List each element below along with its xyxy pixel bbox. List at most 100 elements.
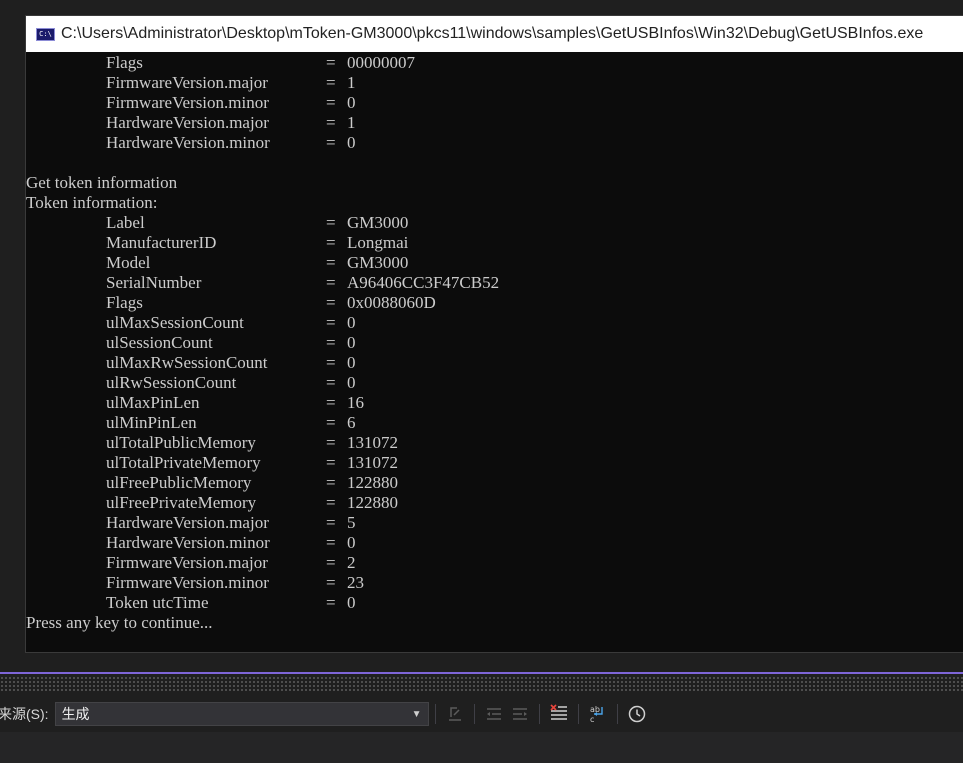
toolbar-separator [473,704,475,724]
console-titlebar[interactable]: C:\ C:\Users\Administrator\Desktop\mToke… [26,16,963,52]
field-equals: = [326,253,336,272]
console-output[interactable]: Flags = 00000007 FirmwareVersion.major = 1 F… [26,53,963,653]
token-field-line: FirmwareVersion.minor = 23 [26,573,963,593]
field-equals: = [326,373,336,392]
field-value: 2 [347,553,356,572]
field-equals: = [326,533,336,552]
field-equals: = [326,593,336,612]
previous-message-icon [486,708,501,720]
token-field-line: Token utcTime = 0 [26,593,963,613]
token-field-line: Flags = 0x0088060D [26,293,963,313]
field-key: ulFreePublicMemory [106,473,252,492]
token-field-line: ulRwSessionCount = 0 [26,373,963,393]
console-line: HardwareVersion.minor = 0 [106,133,356,152]
field-key: Label [106,213,145,232]
clear-all-button[interactable] [546,701,572,727]
toolbar-separator [577,704,579,724]
console-line: Get token information [26,173,178,192]
next-message-button[interactable] [507,701,533,727]
field-value: 5 [347,513,356,532]
field-value: GM3000 [347,253,409,272]
field-value: 131072 [347,433,398,452]
token-field-line: FirmwareVersion.major = 2 [26,553,963,573]
field-key: FirmwareVersion.minor [106,573,269,592]
field-value: A96406CC3F47CB52 [347,273,500,292]
token-field-line: ulMaxRwSessionCount = 0 [26,353,963,373]
field-value: 0 [347,533,356,552]
field-equals: = [326,553,336,572]
find-message-in-code-button[interactable] [442,701,468,727]
toolbar-separator [434,704,436,724]
field-key: ulSessionCount [106,333,213,352]
previous-message-button[interactable] [481,701,507,727]
field-equals: = [326,513,336,532]
token-field-line: SerialNumber = A96406CC3F47CB52 [26,273,963,293]
field-equals: = [326,213,336,232]
console-line: Flags = 00000007 [106,53,415,72]
field-key: FirmwareVersion.major [106,553,268,572]
field-key: ulTotalPublicMemory [106,433,256,452]
field-key: ulRwSessionCount [106,373,237,392]
output-panel-content[interactable] [0,732,963,763]
field-equals: = [326,333,336,352]
field-value: 6 [347,413,356,432]
field-value: 122880 [347,493,398,512]
console-line: FirmwareVersion.minor = 0 [106,93,356,112]
word-wrap-icon: ab c [590,705,603,724]
field-equals: = [326,493,336,512]
toggle-word-wrap-button[interactable]: ab c [585,701,611,727]
field-key: HardwareVersion.minor [106,533,270,552]
source-dropdown[interactable]: 生成 ▼ [54,702,429,726]
field-key: ulMinPinLen [106,413,197,432]
token-field-line: Model = GM3000 [26,253,963,273]
show-timestamps-button[interactable] [624,701,650,727]
field-equals: = [326,453,336,472]
field-equals: = [326,273,336,292]
field-equals: = [326,313,336,332]
field-value: GM3000 [347,213,409,232]
console-line: Press any key to continue... [26,613,963,633]
dropdown-arrow-icon: ▼ [411,708,422,720]
field-equals: = [326,353,336,372]
token-field-line: ManufacturerID = Longmai [26,233,963,253]
token-field-line: HardwareVersion.minor = 0 [26,533,963,553]
field-value: 16 [347,393,364,412]
svg-text:c: c [590,715,594,724]
token-field-line: ulTotalPublicMemory = 131072 [26,433,963,453]
field-key: ulMaxPinLen [106,393,200,412]
field-equals: = [326,573,336,592]
field-equals: = [326,393,336,412]
window-title: C:\Users\Administrator\Desktop\mToken-GM… [61,25,924,42]
field-equals: = [326,473,336,492]
field-value: 0x0088060D [347,293,436,312]
panel-splitter-grip[interactable] [0,676,963,692]
console-line: FirmwareVersion.major = 1 [106,73,356,92]
token-field-line: ulFreePublicMemory = 122880 [26,473,963,493]
field-value: 0 [347,333,356,352]
field-value: Longmai [347,233,409,252]
field-key: SerialNumber [106,273,202,292]
token-field-line: ulMaxPinLen = 16 [26,393,963,413]
field-key: ulFreePrivateMemory [106,493,257,512]
next-message-icon [512,708,527,720]
console-line: Token information: [26,193,158,212]
output-panel-toolbar: 来源(S): 生成 ▼ ab c [0,696,963,732]
field-key: Token utcTime [106,593,209,612]
field-equals: = [326,293,336,312]
field-value: 122880 [347,473,398,492]
field-key: ulTotalPrivateMemory [106,453,261,472]
console-line: HardwareVersion.major = 1 [106,113,356,132]
field-key: Flags [106,293,143,312]
panel-accent-line [0,672,963,674]
field-key: Model [106,253,151,272]
console-window[interactable]: C:\ C:\Users\Administrator\Desktop\mToke… [25,15,963,653]
clear-all-icon [549,704,567,720]
field-value: 23 [347,573,364,592]
toolbar-separator [538,704,540,724]
source-dropdown-value: 生成 [61,706,90,722]
toolbar-separator [616,704,618,724]
continue-prompt: Press any key to continue... [26,613,213,632]
console-app-icon: C:\ [36,27,55,41]
field-value: 0 [347,373,356,392]
